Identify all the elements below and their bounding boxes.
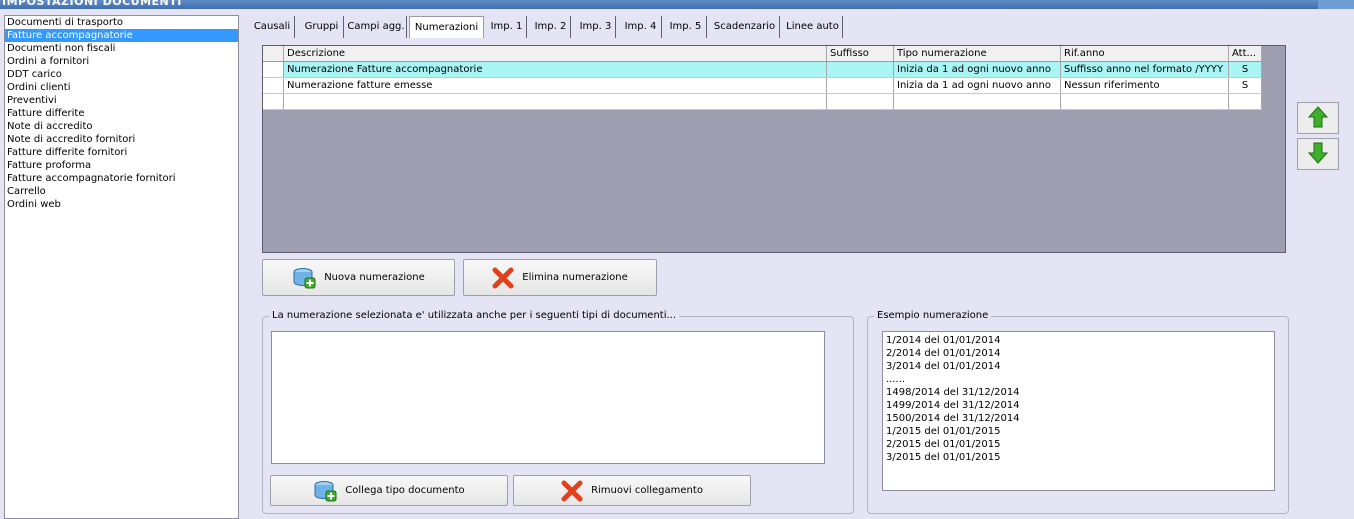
tab-imp-5[interactable]: Imp. 5 <box>665 16 707 38</box>
link-document-type-button[interactable]: Collega tipo documento <box>270 475 508 506</box>
red-x-icon <box>492 267 514 289</box>
cell-descrizione[interactable] <box>284 94 827 109</box>
list-item[interactable]: Fatture proforma <box>5 159 238 172</box>
cell-suffisso[interactable] <box>827 94 894 109</box>
cell-tipo-numerazione[interactable]: Inizia da 1 ad ogni nuovo anno <box>894 62 1061 77</box>
window-titlebar: IMPOSTAZIONI DOCUMENTI <box>0 0 1354 9</box>
move-down-button[interactable] <box>1297 138 1339 170</box>
list-item[interactable]: DDT carico <box>5 68 238 81</box>
list-item[interactable]: Carrello <box>5 185 238 198</box>
cell-attivo[interactable]: S <box>1229 78 1262 93</box>
column-header-rif-anno[interactable]: Rif.anno <box>1061 46 1229 61</box>
example-line: ...... <box>886 374 906 385</box>
arrow-down-icon <box>1307 142 1329 167</box>
cell-descrizione[interactable]: Numerazione Fatture accompagnatorie <box>284 62 827 77</box>
row-indicator[interactable] <box>263 78 284 93</box>
tab-scadenzario[interactable]: Scadenzario <box>710 16 780 38</box>
delete-numbering-label: Elimina numerazione <box>522 272 628 283</box>
list-item[interactable]: Ordini a fornitori <box>5 55 238 68</box>
list-item[interactable]: Ordini web <box>5 198 238 211</box>
example-line: 2/2015 del 01/01/2015 <box>886 439 1001 450</box>
add-database-icon <box>313 480 337 502</box>
remove-link-button[interactable]: Rimuovi collegamento <box>513 475 751 506</box>
cell-descrizione[interactable]: Numerazione fatture emesse <box>284 78 827 93</box>
add-database-icon <box>292 267 316 289</box>
tab-campi-agg[interactable]: Campi agg. <box>346 16 407 38</box>
numbering-grid-area[interactable]: Descrizione Suffisso Tipo numerazione Ri… <box>262 45 1286 253</box>
column-header-suffisso[interactable]: Suffisso <box>827 46 894 61</box>
numbering-grid[interactable]: Descrizione Suffisso Tipo numerazione Ri… <box>263 46 1262 110</box>
link-document-type-label: Collega tipo documento <box>345 485 465 496</box>
linked-documents-label: La numerazione selezionata e' utilizzata… <box>269 310 680 321</box>
tab-linee-auto[interactable]: Linee auto <box>783 16 843 38</box>
tab-imp-2[interactable]: Imp. 2 <box>531 16 571 38</box>
list-item[interactable]: Ordini clienti <box>5 81 238 94</box>
list-item[interactable]: Fatture differite fornitori <box>5 146 238 159</box>
example-line: 1499/2014 del 31/12/2014 <box>886 400 1020 411</box>
example-line: 2/2014 del 01/01/2014 <box>886 348 1001 359</box>
column-header-attivo[interactable]: Att... <box>1229 46 1262 61</box>
linked-documents-list[interactable] <box>271 331 825 464</box>
cell-suffisso[interactable] <box>827 62 894 77</box>
remove-link-label: Rimuovi collegamento <box>591 485 703 496</box>
cell-attivo[interactable] <box>1229 94 1262 109</box>
move-up-button[interactable] <box>1297 102 1339 134</box>
list-item[interactable]: Note di accredito <box>5 120 238 133</box>
cell-suffisso[interactable] <box>827 78 894 93</box>
delete-numbering-button[interactable]: Elimina numerazione <box>463 259 657 296</box>
example-line: 1/2015 del 01/01/2015 <box>886 426 1001 437</box>
example-numbering-box[interactable]: 1/2014 del 01/01/2014 2/2014 del 01/01/20… <box>882 331 1275 491</box>
grid-header-indicator <box>263 46 284 61</box>
new-numbering-button[interactable]: Nuova numerazione <box>262 259 455 296</box>
example-numbering-label: Esempio numerazione <box>874 310 992 321</box>
list-item[interactable]: Documenti di trasporto <box>5 16 238 29</box>
table-row[interactable]: Numerazione Fatture accompagnatorie Iniz… <box>263 62 1262 78</box>
titlebar-controls[interactable] <box>1318 0 1354 9</box>
table-row-new[interactable] <box>263 94 1262 110</box>
tab-imp-1[interactable]: Imp. 1 <box>487 16 527 38</box>
example-line: 1500/2014 del 31/12/2014 <box>886 413 1020 424</box>
cell-tipo-numerazione[interactable]: Inizia da 1 ad ogni nuovo anno <box>894 78 1061 93</box>
row-indicator[interactable] <box>263 62 284 77</box>
list-item[interactable]: Fatture accompagnatorie <box>5 29 238 42</box>
example-line: 1498/2014 del 31/12/2014 <box>886 387 1020 398</box>
example-line: 1/2014 del 01/01/2014 <box>886 335 1001 346</box>
cell-rif-anno[interactable]: Suffisso anno nel formato /YYYY <box>1061 62 1229 77</box>
grid-header-row: Descrizione Suffisso Tipo numerazione Ri… <box>263 46 1262 62</box>
list-item[interactable]: Documenti non fiscali <box>5 42 238 55</box>
window-title: IMPOSTAZIONI DOCUMENTI <box>2 0 182 8</box>
list-item[interactable]: Fatture accompagnatorie fornitori <box>5 172 238 185</box>
new-numbering-label: Nuova numerazione <box>324 272 425 283</box>
list-item[interactable]: Fatture differite <box>5 107 238 120</box>
cell-rif-anno[interactable]: Nessun riferimento <box>1061 78 1229 93</box>
red-x-icon <box>561 480 583 502</box>
column-header-tipo-numerazione[interactable]: Tipo numerazione <box>894 46 1061 61</box>
example-line: 3/2015 del 01/01/2015 <box>886 452 1001 463</box>
document-type-list[interactable]: Documenti di trasporto Fatture accompagna… <box>4 15 239 519</box>
cell-tipo-numerazione[interactable] <box>894 94 1061 109</box>
tab-causali[interactable]: Causali <box>250 16 295 38</box>
row-indicator[interactable] <box>263 94 284 109</box>
tab-gruppi[interactable]: Gruppi <box>300 16 344 38</box>
list-item[interactable]: Preventivi <box>5 94 238 107</box>
column-header-descrizione[interactable]: Descrizione <box>284 46 827 61</box>
cell-attivo[interactable]: S <box>1229 62 1262 77</box>
list-item[interactable]: Note di accredito fornitori <box>5 133 238 146</box>
arrow-up-icon <box>1307 105 1329 131</box>
table-row[interactable]: Numerazione fatture emesse Inizia da 1 a… <box>263 78 1262 94</box>
tab-imp-3[interactable]: Imp. 3 <box>576 16 616 38</box>
example-line: 3/2014 del 01/01/2014 <box>886 361 1001 372</box>
cell-rif-anno[interactable] <box>1061 94 1229 109</box>
tab-imp-4[interactable]: Imp. 4 <box>620 16 662 38</box>
tab-numerazioni[interactable]: Numerazioni <box>409 16 484 38</box>
